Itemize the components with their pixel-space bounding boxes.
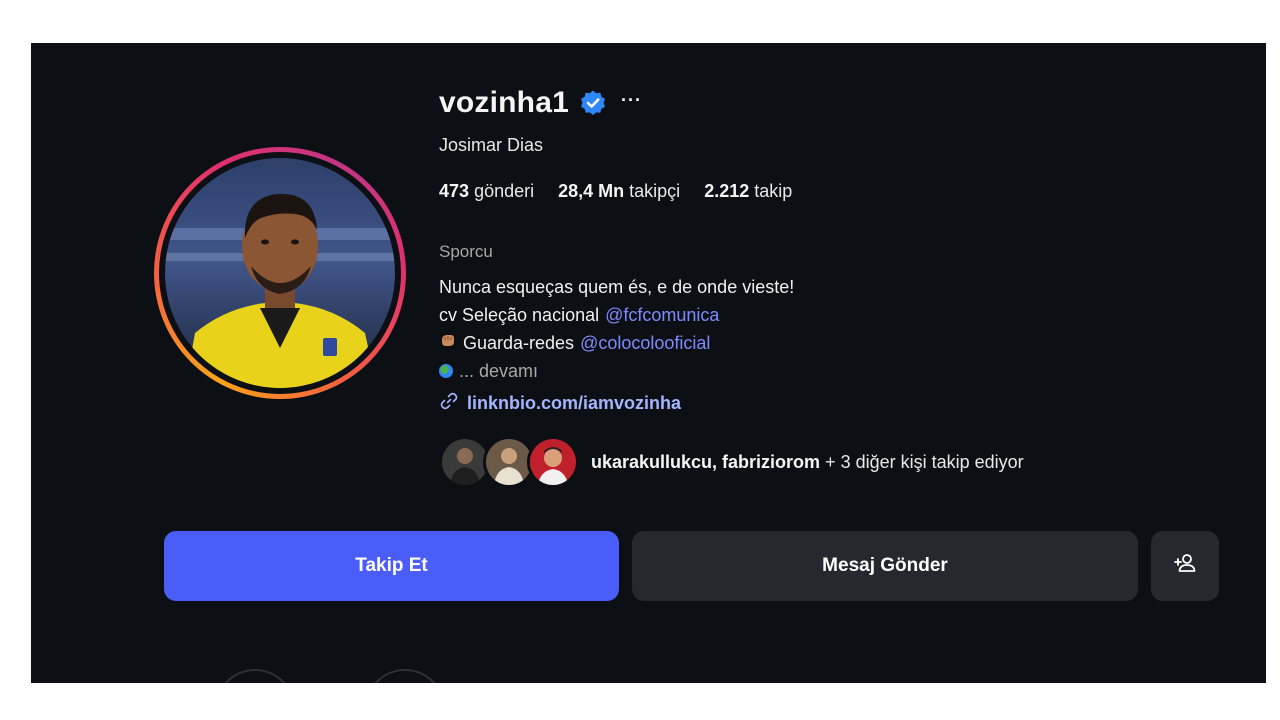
bio-line-3-text: Guarda-redes bbox=[463, 333, 575, 353]
more-options-icon[interactable]: ··· bbox=[621, 90, 642, 111]
profile-avatar[interactable] bbox=[165, 158, 395, 388]
story-highlight[interactable] bbox=[365, 669, 445, 683]
followers-label: takipçi bbox=[629, 181, 681, 201]
mention-colocolooficial[interactable]: @colocolooficial bbox=[580, 329, 710, 357]
suggested-users-button[interactable] bbox=[1151, 531, 1219, 601]
follow-button[interactable]: Takip Et bbox=[164, 531, 619, 601]
bio-line-4: ... devamı bbox=[439, 357, 794, 385]
followers-stat[interactable]: 28,4 Mn takipçi bbox=[558, 181, 680, 202]
full-name: Josimar Dias bbox=[439, 135, 544, 155]
posts-stat: 473 gönderi bbox=[439, 181, 534, 202]
mention-fcfcomunica[interactable]: @fcfcomunica bbox=[605, 301, 719, 329]
followed-by-rest: + 3 diğer kişi takip ediyor bbox=[825, 451, 1024, 472]
bio-line-2: cv Seleção nacional @fcfcomunica bbox=[439, 301, 794, 329]
external-link[interactable]: linknbio.com/iamvozinha bbox=[439, 391, 681, 416]
follower-avatar bbox=[527, 436, 579, 488]
verified-badge-icon bbox=[579, 89, 607, 117]
posts-count: 473 bbox=[439, 181, 470, 201]
following-label: takip bbox=[754, 181, 793, 201]
bio: Nunca esqueças quem és, e de onde vieste… bbox=[439, 273, 794, 385]
profile-panel: vozinha1 ··· Josimar Dias 473 gönderi 28… bbox=[31, 43, 1266, 683]
profile-stats: 473 gönderi 28,4 Mn takipçi 2.212 takip bbox=[439, 181, 792, 202]
posts-label: gönderi bbox=[474, 181, 535, 201]
followed-by-names[interactable]: ukarakullukcu, fabriziorom bbox=[591, 452, 820, 472]
followed-by-text: ukarakullukcu, fabriziorom + 3 diğer kiş… bbox=[591, 452, 1024, 473]
username: vozinha1 bbox=[439, 86, 569, 119]
globe-emoji-icon bbox=[439, 364, 453, 378]
bio-link[interactable]: linknbio.com/iamvozinha bbox=[467, 393, 681, 414]
message-button[interactable]: Mesaj Gönder bbox=[632, 531, 1138, 601]
bio-line-3: Guarda-redes @colocolooficial bbox=[439, 329, 794, 357]
username-row: vozinha1 ··· bbox=[439, 83, 642, 123]
gloves-emoji-icon bbox=[439, 329, 457, 357]
story-highlight[interactable] bbox=[215, 669, 295, 683]
bio-line-2-text: cv Seleção nacional bbox=[439, 305, 600, 325]
following-stat[interactable]: 2.212 takip bbox=[704, 181, 792, 202]
bio-line-1: Nunca esqueças quem és, e de onde vieste… bbox=[439, 277, 795, 297]
story-ring[interactable] bbox=[154, 147, 406, 399]
add-person-icon bbox=[1173, 551, 1197, 581]
following-count: 2.212 bbox=[704, 181, 750, 201]
avatar-image bbox=[165, 158, 395, 388]
profile-category: Sporcu bbox=[439, 242, 493, 261]
followers-count: 28,4 Mn bbox=[558, 181, 625, 201]
link-icon bbox=[439, 391, 459, 416]
show-more-link[interactable]: ... devamı bbox=[459, 357, 538, 385]
followed-by[interactable]: ukarakullukcu, fabriziorom + 3 diğer kiş… bbox=[439, 436, 1024, 488]
